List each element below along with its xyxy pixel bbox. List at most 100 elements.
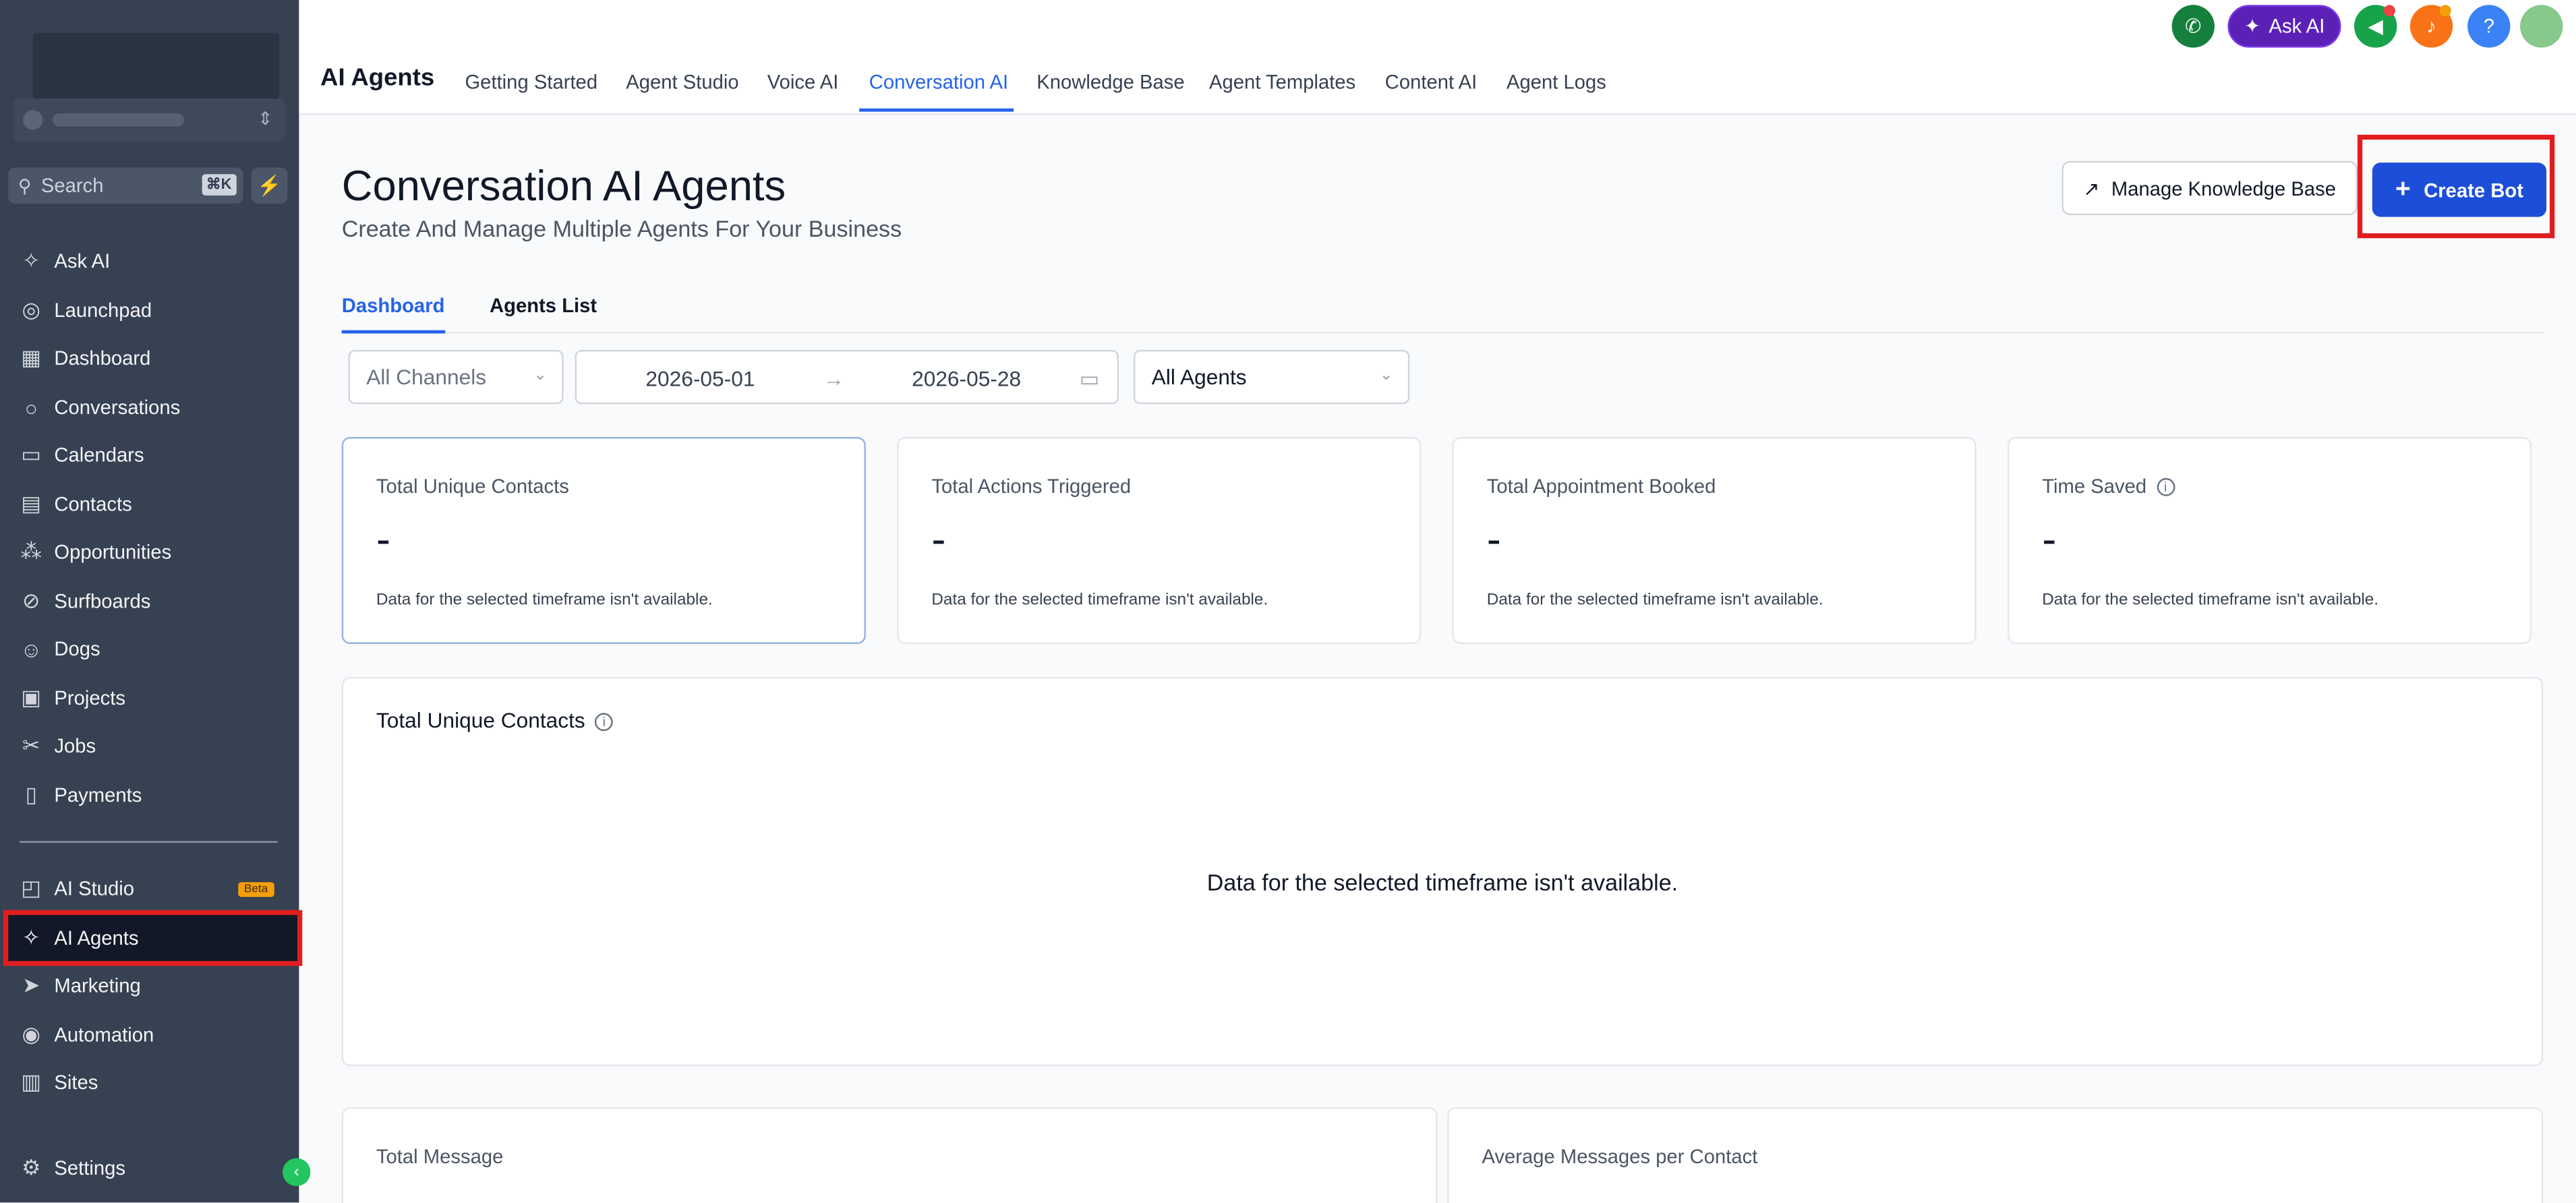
chevron-down-icon: ⌄ [1379,366,1393,385]
sidebar-item-conversations[interactable]: ○ Conversations [8,384,297,430]
manage-knowledge-base-button[interactable]: ↗ Manage Knowledge Base [2061,160,2358,216]
sidebar-item-label: Jobs [54,734,96,758]
sidebar-item-opportunities[interactable]: ⁂ Opportunities [8,529,297,575]
stat-note: Data for the selected timeframe isn't av… [376,591,713,610]
panel-title: Average Messages per Contact [1482,1145,1758,1169]
user-avatar[interactable] [2520,5,2563,48]
contacts-icon: ▤ [21,491,42,516]
date-end: 2026-05-28 [912,366,1022,391]
stat-card-unique-contacts[interactable]: Total Unique Contacts - Data for the sel… [341,437,866,644]
app-title: AI Agents [320,64,435,92]
sidebar-item-label: Ask AI [54,250,111,273]
date-range-picker[interactable]: 2026-05-01 → 2026-05-28 ▭ [575,349,1119,405]
info-icon[interactable]: i [595,713,614,732]
sidebar-item-projects[interactable]: ▣ Projects [8,675,297,721]
total-message-panel: Total Message [341,1107,1438,1203]
plus-icon: + [2395,175,2411,203]
stat-title: Time Saved [2042,475,2147,498]
top-nav: AI Agents Getting Started Agent Studio V… [299,0,2576,115]
sidebar-item-dogs[interactable]: ☺ Dogs [8,626,297,672]
account-switcher[interactable]: ⇕ [13,98,286,142]
collapse-sidebar-button[interactable]: ‹ [283,1158,311,1186]
company-logo [32,32,280,99]
sidebar-item-label: Sites [54,1071,98,1094]
arrow-right-icon: → [823,366,845,391]
ask-ai-button[interactable]: ✦ Ask AI [2227,5,2341,48]
opportunities-icon: ⁂ [20,539,42,564]
sidebar-item-label: Contacts [54,492,132,516]
sidebar-item-label: Conversations [54,396,181,419]
stat-card-time-saved[interactable]: Time Saved i - Data for the selected time… [2008,437,2532,644]
sidebar-item-contacts[interactable]: ▤ Contacts [8,481,297,527]
stat-value: - [1486,514,1501,564]
stat-title: Total Actions Triggered [931,475,1132,498]
stat-note: Data for the selected timeframe isn't av… [2042,591,2379,610]
sidebar-item-ai-studio[interactable]: ◰ AI Studio Beta [8,866,297,912]
sidebar-item-label: Marketing [54,974,141,997]
create-bot-button[interactable]: + Create Bot [2372,163,2547,217]
sidebar-item-ai-agents[interactable]: ✧ AI Agents [3,910,303,966]
calendar-icon: ▭ [1079,366,1100,391]
tab-agent-logs[interactable]: Agent Logs [1506,71,1606,112]
sidebar-item-label: Opportunities [54,540,172,564]
sidebar-search[interactable]: ⚲ ⌘K [8,167,243,204]
stat-title-row: Time Saved i [2042,475,2175,498]
account-name [52,113,184,127]
sidebar-item-sites[interactable]: ▥ Sites [8,1059,297,1105]
receipt-icon: ▯ [25,782,38,807]
sidebar-item-label: Projects [54,686,126,710]
phone-icon: ✆ [2185,14,2202,38]
empty-state-message: Data for the selected timeframe isn't av… [1206,869,1678,896]
create-bot-label: Create Bot [2424,178,2524,202]
sidebar-item-calendars[interactable]: ▭ Calendars [8,432,297,478]
sidebar-item-label: AI Agents [54,927,139,950]
projects-icon: ▣ [21,684,42,710]
sidebar-item-surfboards[interactable]: ⊘ Surfboards [8,579,297,624]
highlight-box: + Create Bot [2357,134,2555,239]
tab-knowledge-base[interactable]: Knowledge Base [1036,71,1184,112]
stat-value: - [376,514,391,564]
automation-icon: ◉ [22,1022,41,1047]
sidebar-item-settings[interactable]: ⚙ Settings [8,1145,297,1191]
info-icon[interactable]: i [2156,477,2175,496]
phone-button[interactable]: ✆ [2171,5,2215,48]
stat-note: Data for the selected timeframe isn't av… [1486,591,1823,610]
sidebar-item-jobs[interactable]: ✂ Jobs [8,723,297,769]
stat-card-appointment-booked[interactable]: Total Appointment Booked - Data for the … [1452,437,1977,644]
sidebar-item-launchpad[interactable]: ◎ Launchpad [8,287,297,333]
tab-conversation-ai[interactable]: Conversation AI [859,71,1014,112]
sidebar: ⇕ ⚲ ⌘K ⚡ ✧ Ask AI ◎ Launchpad ▦ Dashboard ○… [0,0,311,1203]
stat-card-actions-triggered[interactable]: Total Actions Triggered - Data for the s… [897,437,1422,644]
notification-dot [2383,5,2395,17]
agents-select[interactable]: All Agents ⌄ [1133,349,1410,405]
megaphone-icon: ◀ [2368,14,2383,38]
channels-select[interactable]: All Channels ⌄ [348,349,564,405]
sidebar-divider [20,841,278,843]
tab-agents-list[interactable]: Agents List [490,294,597,333]
sidebar-item-payments[interactable]: ▯ Payments [8,772,297,818]
sidebar-item-ask-ai[interactable]: ✧ Ask AI [8,238,297,284]
notification-dot [2439,5,2451,17]
sparkle-icon: ✦ [2244,14,2261,38]
sidebar-item-automation[interactable]: ◉ Automation [8,1012,297,1058]
quick-action-button[interactable]: ⚡ [251,167,288,204]
sidebar-item-label: AI Studio [54,877,135,901]
tab-voice-ai[interactable]: Voice AI [767,71,839,112]
tab-getting-started[interactable]: Getting Started [465,71,597,112]
surfboard-icon: ⊘ [22,588,40,613]
sidebar-item-dashboard[interactable]: ▦ Dashboard [8,335,297,381]
chevron-down-icon: ⌄ [533,366,548,385]
help-button[interactable]: ? [2467,5,2511,48]
date-start: 2026-05-01 [645,366,755,391]
tab-agent-templates[interactable]: Agent Templates [1209,71,1355,112]
sidebar-item-label: Settings [54,1156,126,1180]
sidebar-item-label: Dashboard [54,347,151,370]
external-link-icon: ↗ [2083,176,2100,200]
help-label: ? [2483,14,2494,38]
tab-content-ai[interactable]: Content AI [1385,71,1477,112]
sidebar-item-label: Launchpad [54,299,152,322]
tab-agent-studio[interactable]: Agent Studio [626,71,738,112]
tab-dashboard[interactable]: Dashboard [341,294,445,334]
search-input[interactable] [40,174,189,198]
sidebar-item-marketing[interactable]: ➤ Marketing [8,963,297,1009]
